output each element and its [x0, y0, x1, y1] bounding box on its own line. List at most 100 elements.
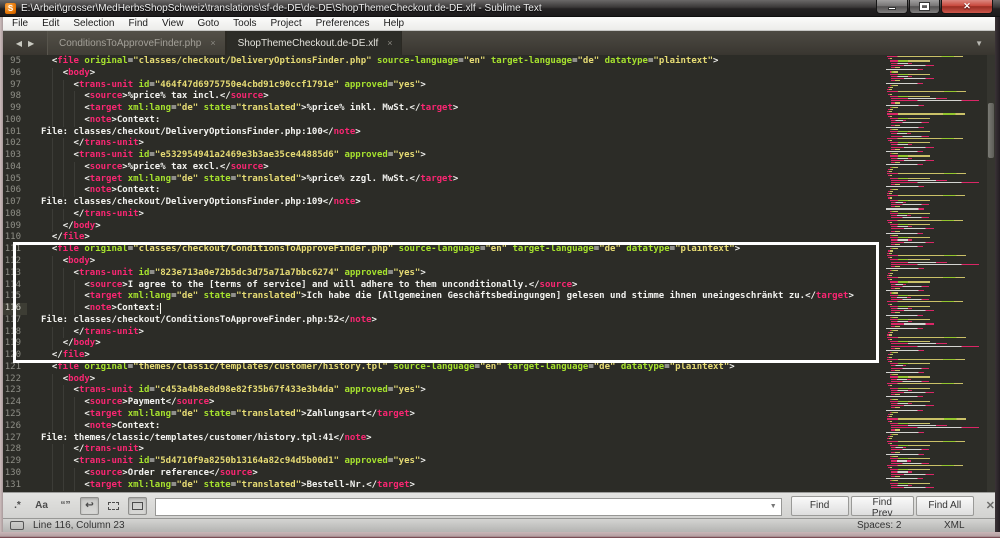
line-number[interactable]: 127	[3, 433, 27, 445]
code-text[interactable]: <trans-unit id="464f47d6975750e4cbd91c90…	[27, 79, 426, 92]
code-text[interactable]: <note>Context:	[27, 303, 162, 315]
line-number[interactable]: 116	[3, 303, 27, 315]
code-text[interactable]: <body>	[27, 67, 95, 80]
line-number[interactable]: 99	[3, 103, 27, 115]
tab-overflow-icon[interactable]: ▼	[975, 39, 983, 48]
code-line[interactable]: 122 <body>	[3, 373, 995, 386]
scrollbar-track[interactable]	[987, 55, 995, 492]
code-line[interactable]: 105 <target xml:lang="de" state="transla…	[3, 173, 995, 186]
wrap-toggle[interactable]: ↩	[80, 496, 99, 515]
menu-project[interactable]: Project	[264, 17, 309, 31]
code-line[interactable]: 121 <file original="themes/classic/templ…	[3, 362, 995, 374]
code-line[interactable]: 103 <trans-unit id="e532954941a2469e3b3a…	[3, 150, 995, 162]
code-text[interactable]: <target xml:lang="de" state="translated"…	[27, 103, 458, 115]
menu-edit[interactable]: Edit	[35, 17, 66, 31]
find-input[interactable]	[155, 498, 782, 516]
code-text[interactable]: <file original="classes/checkout/Conditi…	[27, 244, 740, 256]
code-text[interactable]: </trans-unit>	[27, 444, 144, 457]
code-line[interactable]: 104 <source>%price% tax excl.</source>	[3, 161, 995, 174]
code-line[interactable]: 96 <body>	[3, 67, 995, 80]
code-text[interactable]: <note>Context:	[27, 185, 160, 198]
code-line[interactable]: 130 <source>Order reference</source>	[3, 467, 995, 480]
tab-close-icon[interactable]: ×	[210, 38, 215, 48]
line-number[interactable]: 129	[3, 456, 27, 468]
line-number[interactable]: 113	[3, 268, 27, 280]
code-text[interactable]: <target xml:lang="de" state="translated"…	[27, 479, 415, 492]
line-number[interactable]: 97	[3, 80, 27, 92]
code-text[interactable]: File: classes/checkout/DeliveryOptionsFi…	[27, 127, 361, 139]
code-text[interactable]: </file>	[27, 350, 90, 362]
code-line[interactable]: 111 <file original="classes/checkout/Con…	[3, 244, 995, 256]
syntax-setting[interactable]: XML	[944, 520, 965, 531]
code-text[interactable]: </trans-unit>	[27, 326, 144, 339]
menu-help[interactable]: Help	[377, 17, 412, 31]
code-line[interactable]: 120 </file>	[3, 350, 995, 362]
code-line[interactable]: 114 <source>I agree to the [terms of ser…	[3, 279, 995, 292]
line-number[interactable]: 102	[3, 138, 27, 150]
code-line[interactable]: 126 <note>Context:	[3, 420, 995, 433]
tab-forward-icon[interactable]: ▶	[28, 39, 34, 48]
minimap[interactable]	[886, 56, 984, 490]
line-number[interactable]: 122	[3, 374, 27, 386]
code-text[interactable]: </body>	[27, 220, 101, 233]
line-number[interactable]: 100	[3, 115, 27, 127]
line-number[interactable]: 123	[3, 385, 27, 397]
menu-view[interactable]: View	[155, 17, 191, 31]
code-text[interactable]: File: themes/classic/templates/customer/…	[27, 433, 372, 445]
highlight-matches-toggle[interactable]	[128, 496, 147, 515]
code-line[interactable]: 129 <trans-unit id="5d4710f9a8250b13164a…	[3, 456, 995, 468]
line-number[interactable]: 131	[3, 480, 27, 492]
code-line[interactable]: 127 File: themes/classic/templates/custom…	[3, 433, 995, 445]
line-number[interactable]: 120	[3, 350, 27, 362]
code-text[interactable]: <trans-unit id="e532954941a2469e3b3ae35c…	[27, 150, 426, 162]
line-number[interactable]: 115	[3, 291, 27, 303]
line-number[interactable]: 106	[3, 185, 27, 197]
code-text[interactable]: <trans-unit id="823e713a0e72b5dc3d75a71a…	[27, 267, 426, 280]
regex-toggle[interactable]: .*	[8, 497, 27, 515]
code-line[interactable]: 123 <trans-unit id="c453a4b8e8d98e82f35b…	[3, 385, 995, 398]
whole-word-toggle[interactable]: “”	[56, 497, 75, 515]
scrollbar-thumb[interactable]	[988, 103, 994, 158]
find-prev-button[interactable]: Find Prev	[850, 495, 914, 519]
code-line[interactable]: 117 File: classes/checkout/ConditionsToAp…	[3, 315, 995, 327]
tab-conditionstoapprovefinder.php[interactable]: ConditionsToApproveFinder.php ×	[47, 31, 226, 55]
menu-find[interactable]: Find	[122, 17, 155, 31]
code-text[interactable]: <file original="classes/checkout/Deliver…	[27, 56, 719, 68]
code-text[interactable]: <body>	[27, 373, 95, 386]
code-line[interactable]: 97 <trans-unit id="464f47d6975750e4cbd91…	[3, 79, 995, 92]
title-bar[interactable]: S E:\Arbeit\grosser\MedHerbsShopSchweiz\…	[0, 0, 1000, 17]
line-number[interactable]: 95	[3, 56, 27, 68]
code-line[interactable]: 113 <trans-unit id="823e713a0e72b5dc3d75…	[3, 267, 995, 280]
code-text[interactable]: </trans-unit>	[27, 138, 144, 151]
maximize-button[interactable]	[909, 0, 940, 14]
code-text[interactable]: </body>	[27, 338, 101, 351]
code-line[interactable]: 108 </trans-unit>	[3, 208, 995, 221]
code-line[interactable]: 116 <note>Context:	[3, 303, 995, 315]
code-line[interactable]: 107 File: classes/checkout/DeliveryOption…	[3, 197, 995, 209]
line-number[interactable]: 119	[3, 338, 27, 350]
code-line[interactable]: 102 </trans-unit>	[3, 138, 995, 151]
code-text[interactable]: <source>Order reference</source>	[27, 467, 258, 480]
line-number[interactable]: 110	[3, 232, 27, 244]
code-line[interactable]: 131 <target xml:lang="de" state="transla…	[3, 479, 995, 492]
code-line[interactable]: 106 <note>Context:	[3, 185, 995, 198]
line-number[interactable]: 128	[3, 444, 27, 456]
code-line[interactable]: 128 </trans-unit>	[3, 444, 995, 457]
find-button[interactable]: Find	[790, 495, 849, 516]
line-number[interactable]: 101	[3, 127, 27, 139]
code-text[interactable]: File: classes/checkout/DeliveryOptionsFi…	[27, 197, 361, 209]
line-number[interactable]: 112	[3, 256, 27, 268]
code-line[interactable]: 119 </body>	[3, 338, 995, 351]
code-text[interactable]: <note>Context:	[27, 420, 160, 433]
line-number[interactable]: 125	[3, 409, 27, 421]
code-line[interactable]: 98 <source>%price% tax incl.</source>	[3, 91, 995, 104]
menu-goto[interactable]: Goto	[190, 17, 226, 31]
find-all-button[interactable]: Find All	[915, 495, 974, 516]
minimize-button[interactable]	[876, 0, 908, 14]
menu-file[interactable]: File	[5, 17, 35, 31]
line-number[interactable]: 108	[3, 209, 27, 221]
code-text[interactable]: <trans-unit id="c453a4b8e8d98e82f35b67f4…	[27, 385, 426, 398]
tab-shopthemecheckout.de-de.xlf[interactable]: ShopThemeCheckout.de-DE.xlf ×	[225, 31, 403, 55]
code-text[interactable]: <note>Context:	[27, 114, 160, 127]
code-text[interactable]: </trans-unit>	[27, 208, 144, 221]
